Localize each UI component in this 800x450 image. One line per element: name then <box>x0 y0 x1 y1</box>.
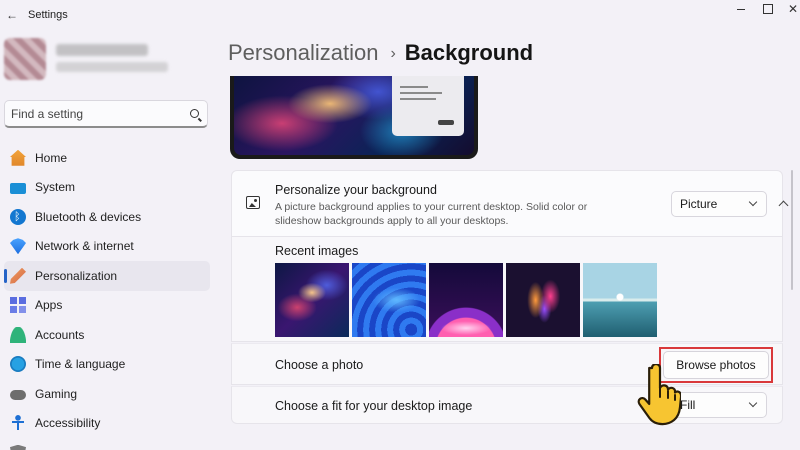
maximize-icon[interactable] <box>761 2 775 16</box>
sidebar-nav: Home System Bluetooth & devices Network … <box>4 143 210 450</box>
account-icon <box>10 326 26 343</box>
sidebar-item-label: Accounts <box>35 327 85 342</box>
personalize-background-card: Personalize your background A picture ba… <box>231 170 783 237</box>
bluetooth-icon <box>10 208 26 225</box>
search-box[interactable] <box>4 100 208 128</box>
image-icon <box>246 196 260 209</box>
preview-window-mock <box>392 76 464 136</box>
colorful-bloom-image[interactable] <box>506 263 580 337</box>
title-bar: ← Settings ✕ <box>0 0 800 30</box>
card-title: Personalize your background <box>275 183 437 197</box>
sidebar-item-home[interactable]: Home <box>4 143 210 173</box>
brush-icon <box>10 267 26 284</box>
sidebar-item-gaming[interactable]: Gaming <box>4 379 210 409</box>
accessibility-icon <box>10 415 26 432</box>
page-title: Background <box>404 40 534 65</box>
dropdown-value: Picture <box>680 197 718 211</box>
breadcrumb: Personalization › Background <box>228 40 533 66</box>
chevron-down-icon <box>748 197 758 207</box>
choose-fit-label: Choose a fit for your desktop image <box>275 399 473 413</box>
sidebar-item-apps[interactable]: Apps <box>4 291 210 321</box>
gamepad-icon <box>10 390 26 401</box>
apps-icon <box>10 297 26 314</box>
sidebar-item-label: Accessibility <box>35 416 101 431</box>
sidebar-item-label: Home <box>35 150 68 165</box>
home-icon <box>10 149 26 166</box>
fit-dropdown[interactable]: Fill <box>671 392 767 418</box>
avatar[interactable] <box>4 38 46 80</box>
sidebar-item-time-language[interactable]: Time & language <box>4 350 210 380</box>
preview-button <box>438 120 454 125</box>
sidebar-item-label: Personalization <box>35 268 118 283</box>
app-title: Settings <box>28 9 68 21</box>
sidebar-item-accounts[interactable]: Accounts <box>4 320 210 350</box>
recent-images-label: Recent images <box>275 244 359 258</box>
wifi-icon <box>10 238 26 255</box>
breadcrumb-separator: › <box>390 45 396 62</box>
globe-clock-icon <box>10 356 26 373</box>
breadcrumb-parent[interactable]: Personalization <box>228 40 378 65</box>
purple-glow-image[interactable] <box>429 263 503 337</box>
profile-email-blurred <box>56 62 168 72</box>
sidebar-item-label: System <box>35 180 76 195</box>
system-icon <box>10 182 26 194</box>
preview-line <box>400 98 436 100</box>
close-icon[interactable]: ✕ <box>786 2 800 16</box>
blue-swirl-image[interactable] <box>352 263 426 337</box>
search-icon[interactable] <box>190 109 199 118</box>
card-description: A picture background applies to your cur… <box>275 201 588 227</box>
profile-name-blurred <box>56 44 148 56</box>
sidebar-item-privacy-partial[interactable] <box>4 438 210 450</box>
preview-line <box>400 92 442 94</box>
sidebar-item-label: Gaming <box>35 386 78 401</box>
sidebar-item-personalization[interactable]: Personalization <box>4 261 210 291</box>
sidebar-item-label: Time & language <box>35 357 126 372</box>
shield-icon <box>10 444 26 450</box>
galaxy-nebula-image[interactable] <box>275 263 349 337</box>
chevron-down-icon <box>748 398 758 408</box>
sidebar-item-network[interactable]: Network & internet <box>4 232 210 262</box>
sidebar-item-label: Apps <box>35 298 63 313</box>
back-arrow-icon[interactable]: ← <box>5 8 19 22</box>
choose-photo-row: Choose a photo Browse photos <box>231 343 783 385</box>
recent-images-section: Recent images <box>231 237 783 342</box>
sidebar-item-system[interactable]: System <box>4 173 210 203</box>
background-type-dropdown[interactable]: Picture <box>671 191 767 217</box>
dropdown-value: Fill <box>680 398 696 412</box>
pointing-hand-icon <box>637 364 681 426</box>
choose-photo-label: Choose a photo <box>275 358 364 372</box>
recent-images-list <box>275 263 657 337</box>
minimize-icon[interactable] <box>735 2 749 16</box>
sidebar-item-bluetooth[interactable]: Bluetooth & devices <box>4 202 210 232</box>
lake-sunrise-image[interactable] <box>583 263 657 337</box>
sidebar-item-accessibility[interactable]: Accessibility <box>4 409 210 439</box>
preview-line <box>400 86 428 88</box>
scrollbar[interactable] <box>791 170 793 290</box>
sidebar-item-label: Bluetooth & devices <box>35 209 142 224</box>
desktop-preview <box>230 76 478 159</box>
choose-fit-row: Choose a fit for your desktop image Fill <box>231 386 783 424</box>
search-input[interactable] <box>11 105 181 123</box>
sidebar-item-label: Network & internet <box>35 239 134 254</box>
